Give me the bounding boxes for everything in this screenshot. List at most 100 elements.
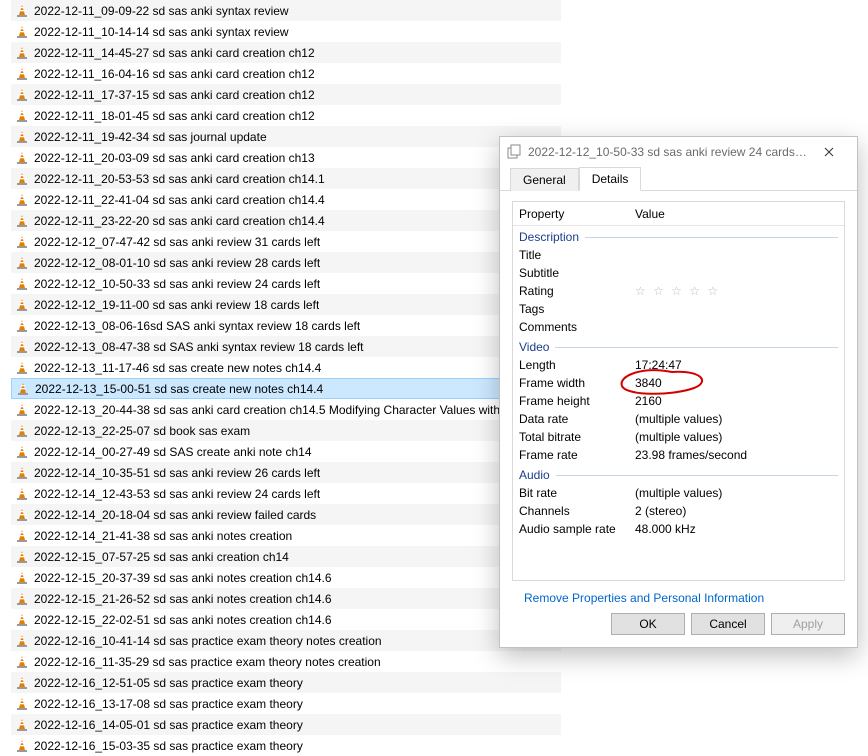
vlc-cone-icon (15, 172, 29, 186)
file-row[interactable]: 2022-12-15_21-26-52 sd sas anki notes cr… (11, 588, 561, 609)
file-name-label: 2022-12-14_00-27-49 sd SAS create anki n… (34, 445, 312, 459)
file-row[interactable]: 2022-12-16_12-51-05 sd sas practice exam… (11, 672, 561, 693)
file-row[interactable]: 2022-12-11_19-42-34 sd sas journal updat… (11, 126, 561, 147)
file-name-label: 2022-12-11_14-45-27 sd sas anki card cre… (34, 46, 315, 60)
file-row[interactable]: 2022-12-13_20-44-38 sd sas anki card cre… (11, 399, 561, 420)
row-title[interactable]: Title (513, 246, 844, 264)
row-frame-height[interactable]: Frame height2160 (513, 392, 844, 410)
file-row[interactable]: 2022-12-11_20-03-09 sd sas anki card cre… (11, 147, 561, 168)
file-row[interactable]: 2022-12-13_15-00-51 sd sas create new no… (11, 378, 561, 399)
vlc-cone-icon (15, 319, 29, 333)
file-name-label: 2022-12-13_11-17-46 sd sas create new no… (34, 361, 321, 375)
vlc-cone-icon (15, 46, 29, 60)
vlc-cone-icon (15, 298, 29, 312)
row-rating[interactable]: Rating☆ ☆ ☆ ☆ ☆ (513, 282, 844, 300)
vlc-cone-icon (15, 130, 29, 144)
row-channels[interactable]: Channels2 (stereo) (513, 502, 844, 520)
file-row[interactable]: 2022-12-12_07-47-42 sd sas anki review 3… (11, 231, 561, 252)
file-name-label: 2022-12-16_12-51-05 sd sas practice exam… (34, 676, 303, 690)
file-row[interactable]: 2022-12-16_11-35-29 sd sas practice exam… (11, 651, 561, 672)
file-row[interactable]: 2022-12-13_08-06-16sd SAS anki syntax re… (11, 315, 561, 336)
vlc-cone-icon (15, 67, 29, 81)
properties-table: Property Value Description Title Subtitl… (512, 201, 845, 581)
row-frame-width[interactable]: Frame width3840 (513, 374, 844, 392)
file-row[interactable]: 2022-12-13_11-17-46 sd sas create new no… (11, 357, 561, 378)
file-name-label: 2022-12-16_14-05-01 sd sas practice exam… (34, 718, 303, 732)
file-row[interactable]: 2022-12-11_20-53-53 sd sas anki card cre… (11, 168, 561, 189)
file-name-label: 2022-12-11_10-14-14 sd sas anki syntax r… (34, 25, 289, 39)
file-row[interactable]: 2022-12-11_09-09-22 sd sas anki syntax r… (11, 0, 561, 21)
vlc-cone-icon (15, 466, 29, 480)
file-row[interactable]: 2022-12-12_10-50-33 sd sas anki review 2… (11, 273, 561, 294)
row-subtitle[interactable]: Subtitle (513, 264, 844, 282)
remove-properties-link[interactable]: Remove Properties and Personal Informati… (524, 591, 764, 605)
row-sample-rate[interactable]: Audio sample rate48.000 kHz (513, 520, 844, 538)
file-name-label: 2022-12-16_15-03-35 sd sas practice exam… (34, 739, 303, 753)
header-property[interactable]: Property (513, 207, 631, 221)
row-tags[interactable]: Tags (513, 300, 844, 318)
vlc-cone-icon (15, 361, 29, 375)
cancel-button[interactable]: Cancel (691, 613, 765, 635)
file-row[interactable]: 2022-12-16_14-05-01 sd sas practice exam… (11, 714, 561, 735)
file-row[interactable]: 2022-12-14_10-35-51 sd sas anki review 2… (11, 462, 561, 483)
file-list[interactable]: 2022-12-11_09-09-22 sd sas anki syntax r… (11, 0, 561, 756)
vlc-cone-icon (15, 655, 29, 669)
header-value[interactable]: Value (631, 207, 844, 221)
file-row[interactable]: 2022-12-12_19-11-00 sd sas anki review 1… (11, 294, 561, 315)
file-row[interactable]: 2022-12-16_10-41-14 sd sas practice exam… (11, 630, 561, 651)
vlc-cone-icon (15, 571, 29, 585)
row-comments[interactable]: Comments (513, 318, 844, 336)
row-data-rate[interactable]: Data rate(multiple values) (513, 410, 844, 428)
file-name-label: 2022-12-15_22-02-51 sd sas anki notes cr… (34, 613, 332, 627)
file-row[interactable]: 2022-12-11_17-37-15 sd sas anki card cre… (11, 84, 561, 105)
apply-button: Apply (771, 613, 845, 635)
row-bit-rate[interactable]: Bit rate(multiple values) (513, 484, 844, 502)
rating-stars-icon[interactable]: ☆ ☆ ☆ ☆ ☆ (631, 284, 844, 298)
vlc-cone-icon (15, 592, 29, 606)
row-frame-rate[interactable]: Frame rate23.98 frames/second (513, 446, 844, 464)
file-row[interactable]: 2022-12-15_20-37-39 sd sas anki notes cr… (11, 567, 561, 588)
file-row[interactable]: 2022-12-12_08-01-10 sd sas anki review 2… (11, 252, 561, 273)
ok-button[interactable]: OK (611, 613, 685, 635)
file-row[interactable]: 2022-12-11_14-45-27 sd sas anki card cre… (11, 42, 561, 63)
file-row[interactable]: 2022-12-11_16-04-16 sd sas anki card cre… (11, 63, 561, 84)
file-row[interactable]: 2022-12-14_00-27-49 sd SAS create anki n… (11, 441, 561, 462)
vlc-cone-icon (15, 424, 29, 438)
tab-general[interactable]: General (510, 168, 579, 191)
file-name-label: 2022-12-11_22-41-04 sd sas anki card cre… (34, 193, 325, 207)
vlc-cone-icon (15, 487, 29, 501)
close-icon[interactable] (807, 137, 851, 167)
file-row[interactable]: 2022-12-14_21-41-38 sd sas anki notes cr… (11, 525, 561, 546)
file-name-label: 2022-12-15_20-37-39 sd sas anki notes cr… (34, 571, 332, 585)
file-name-label: 2022-12-13_08-47-38 sd SAS anki syntax r… (34, 340, 364, 354)
properties-scroll[interactable]: Description Title Subtitle Rating☆ ☆ ☆ ☆… (513, 226, 844, 580)
vlc-cone-icon (15, 550, 29, 564)
vlc-cone-icon (15, 340, 29, 354)
row-total-bitrate[interactable]: Total bitrate(multiple values) (513, 428, 844, 446)
file-name-label: 2022-12-14_12-43-53 sd sas anki review 2… (34, 487, 320, 501)
file-row[interactable]: 2022-12-14_20-18-04 sd sas anki review f… (11, 504, 561, 525)
vlc-cone-icon (15, 634, 29, 648)
vlc-cone-icon (15, 151, 29, 165)
file-row[interactable]: 2022-12-16_13-17-08 sd sas practice exam… (11, 693, 561, 714)
dialog-titlebar[interactable]: 2022-12-12_10-50-33 sd sas anki review 2… (500, 137, 857, 167)
file-name-label: 2022-12-16_11-35-29 sd sas practice exam… (34, 655, 381, 669)
row-length[interactable]: Length17:24:47 (513, 356, 844, 374)
tab-details[interactable]: Details (579, 167, 642, 191)
file-row[interactable]: 2022-12-15_22-02-51 sd sas anki notes cr… (11, 609, 561, 630)
file-row[interactable]: 2022-12-11_10-14-14 sd sas anki syntax r… (11, 21, 561, 42)
file-row[interactable]: 2022-12-13_22-25-07 sd book sas exam (11, 420, 561, 441)
file-row[interactable]: 2022-12-16_15-03-35 sd sas practice exam… (11, 735, 561, 756)
vlc-cone-icon (15, 256, 29, 270)
file-row[interactable]: 2022-12-11_18-01-45 sd sas anki card cre… (11, 105, 561, 126)
file-name-label: 2022-12-14_21-41-38 sd sas anki notes cr… (34, 529, 292, 543)
vlc-cone-icon (15, 676, 29, 690)
file-name-label: 2022-12-11_09-09-22 sd sas anki syntax r… (34, 4, 289, 18)
file-row[interactable]: 2022-12-11_22-41-04 sd sas anki card cre… (11, 189, 561, 210)
file-row[interactable]: 2022-12-11_23-22-20 sd sas anki card cre… (11, 210, 561, 231)
file-row[interactable]: 2022-12-14_12-43-53 sd sas anki review 2… (11, 483, 561, 504)
vlc-cone-icon (15, 529, 29, 543)
file-row[interactable]: 2022-12-13_08-47-38 sd SAS anki syntax r… (11, 336, 561, 357)
file-name-label: 2022-12-11_16-04-16 sd sas anki card cre… (34, 67, 315, 81)
file-row[interactable]: 2022-12-15_07-57-25 sd sas anki creation… (11, 546, 561, 567)
